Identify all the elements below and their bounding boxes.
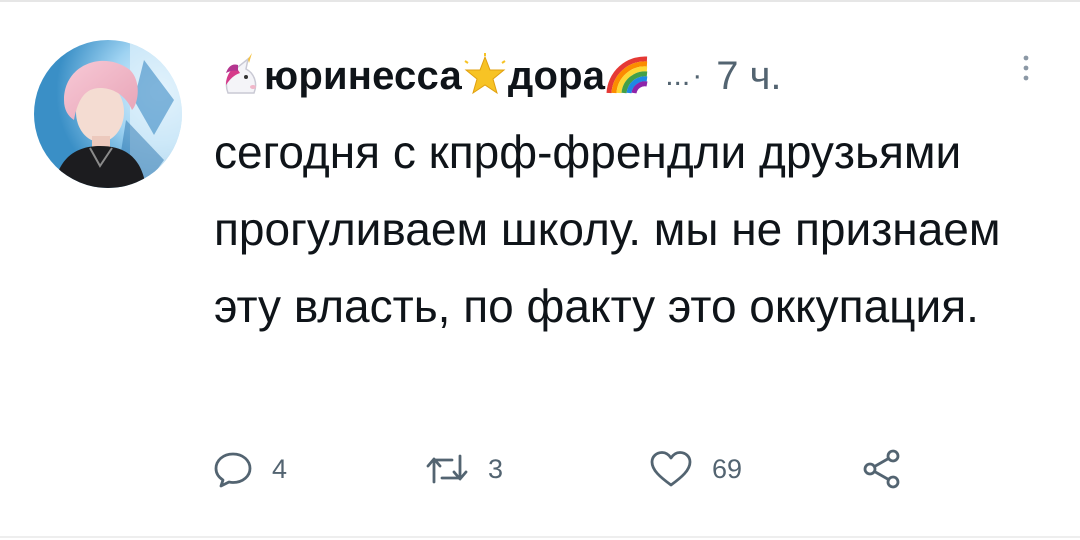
retweet-arrows-icon bbox=[426, 454, 468, 484]
retweet-count: 3 bbox=[488, 453, 504, 484]
tweet-header: юринесса дора ... · 7 ч. bbox=[218, 46, 1058, 106]
reply-count: 4 bbox=[272, 453, 288, 484]
display-name-part-1[interactable]: юринесса bbox=[264, 54, 462, 99]
avatar[interactable] bbox=[34, 40, 182, 188]
speech-bubble-icon bbox=[214, 452, 252, 488]
tweet-text: сегодня с кпрф-френдли друзьями прогулив… bbox=[214, 126, 1001, 332]
share-button[interactable] bbox=[860, 444, 904, 494]
handle-truncated[interactable]: ... bbox=[665, 59, 690, 93]
more-options-button[interactable] bbox=[1016, 50, 1036, 90]
glowing-star-emoji-icon bbox=[462, 53, 508, 99]
rainbow-emoji-icon bbox=[605, 53, 651, 99]
unicorn-emoji-icon bbox=[218, 53, 264, 99]
share-nodes-icon bbox=[863, 449, 900, 489]
bottom-divider bbox=[0, 536, 1080, 538]
heart-icon bbox=[650, 451, 692, 487]
top-divider bbox=[0, 0, 1080, 2]
separator-dot: · bbox=[692, 59, 703, 92]
retweet-button[interactable]: 3 bbox=[424, 444, 503, 494]
timestamp[interactable]: 7 ч. bbox=[716, 54, 781, 99]
vertical-dots-icon bbox=[1023, 55, 1029, 81]
display-name-part-2[interactable]: дора bbox=[508, 54, 605, 99]
tweet-actions: 4 3 69 bbox=[212, 444, 932, 494]
reply-button[interactable]: 4 bbox=[212, 444, 287, 494]
like-button[interactable]: 69 bbox=[648, 444, 742, 494]
like-count: 69 bbox=[712, 453, 743, 484]
